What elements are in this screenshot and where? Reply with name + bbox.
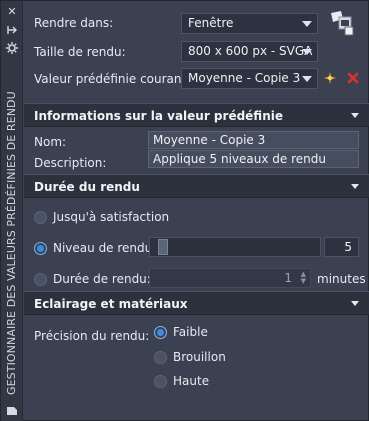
render-level-label: Niveau de rendu: xyxy=(53,241,157,255)
render-in-label: Rendre dans: xyxy=(34,16,114,30)
palette-menu-icon[interactable] xyxy=(5,403,19,417)
current-preset-dropdown[interactable]: Moyenne - Copie 3 xyxy=(181,68,318,89)
precision-high-radio[interactable] xyxy=(154,375,167,388)
chevron-down-icon xyxy=(302,21,312,27)
preset-name-field[interactable]: Moyenne - Copie 3 xyxy=(148,131,359,149)
render-time-unit: minutes xyxy=(317,272,366,286)
chevron-down-icon xyxy=(351,301,359,306)
render-level-slider[interactable] xyxy=(149,237,321,257)
render-time-radio[interactable] xyxy=(34,273,47,286)
render-in-dropdown[interactable]: Fenêtre xyxy=(181,13,318,34)
precision-low-radio[interactable] xyxy=(154,326,167,339)
pin-icon[interactable] xyxy=(5,23,19,37)
close-icon[interactable]: ✕ xyxy=(5,5,19,19)
delete-preset-icon[interactable] xyxy=(347,72,359,84)
render-level-slider-thumb[interactable] xyxy=(158,239,168,255)
spinner-icon[interactable]: ▲ ▼ xyxy=(301,271,306,285)
chevron-down-icon xyxy=(351,184,359,189)
precision-draft-label: Brouillon xyxy=(173,350,226,364)
render-time-value: 1 xyxy=(284,271,292,285)
section-preset-info-title: Informations sur la valeur prédéfinie xyxy=(34,109,283,123)
until-satisfied-radio[interactable] xyxy=(34,211,47,224)
section-lighting-materials[interactable]: Eclairage et matériaux xyxy=(24,291,369,315)
current-preset-value: Moyenne - Copie 3 xyxy=(188,71,301,85)
render-size-dropdown[interactable]: 800 x 600 px - SVGA xyxy=(181,41,318,62)
chevron-down-icon xyxy=(302,49,312,55)
until-satisfied-label: Jusqu'à satisfaction xyxy=(53,210,170,224)
precision-draft-radio[interactable] xyxy=(154,351,167,364)
render-size-value: 800 x 600 px - SVGA xyxy=(188,44,313,58)
preset-name-label: Nom: xyxy=(34,135,67,149)
precision-low-label: Faible xyxy=(173,325,208,339)
preset-description-field[interactable]: Applique 5 niveaux de rendu xyxy=(148,150,359,168)
render-time-label: Durée de rendu: xyxy=(53,272,151,286)
palette-side-strip: ✕ GESTIONNAIRE DES VALEURS PRÉDÉFINIES D… xyxy=(1,1,23,421)
render-window-icon[interactable] xyxy=(327,9,357,37)
current-preset-label: Valeur prédéfinie courante: xyxy=(34,72,198,86)
chevron-down-icon xyxy=(351,113,359,118)
render-in-value: Fenêtre xyxy=(188,16,234,30)
precision-high-label: Haute xyxy=(173,374,210,388)
chevron-down-icon xyxy=(302,76,312,82)
section-render-duration-title: Durée du rendu xyxy=(34,180,140,194)
palette-title-text: GESTIONNAIRE DES VALEURS PRÉDÉFINIES DE … xyxy=(5,91,18,395)
settings-icon[interactable] xyxy=(5,41,19,55)
new-preset-star-icon[interactable] xyxy=(324,72,336,84)
preset-description-label: Description: xyxy=(34,156,107,170)
render-level-input[interactable]: 5 xyxy=(324,237,359,257)
section-preset-info[interactable]: Informations sur la valeur prédéfinie xyxy=(24,103,369,127)
section-render-duration[interactable]: Durée du rendu xyxy=(24,174,369,198)
section-lighting-materials-title: Eclairage et matériaux xyxy=(34,297,188,311)
palette-main: Rendre dans: Fenêtre Taille de rendu: 80… xyxy=(24,1,369,421)
render-size-label: Taille de rendu: xyxy=(34,45,126,59)
render-level-radio[interactable] xyxy=(34,242,47,255)
render-time-input[interactable]: 1 ▲ ▼ xyxy=(149,268,311,288)
render-presets-palette: ✕ GESTIONNAIRE DES VALEURS PRÉDÉFINIES D… xyxy=(0,0,369,421)
render-precision-label: Précision du rendu: xyxy=(34,329,150,343)
